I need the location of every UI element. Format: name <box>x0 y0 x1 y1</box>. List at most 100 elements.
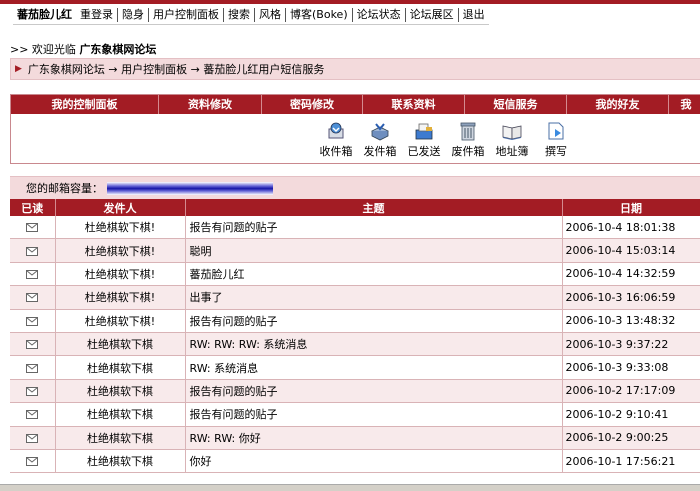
quota-bar <box>107 181 273 195</box>
sender-cell[interactable]: 杜绝棋软下棋! <box>55 309 186 333</box>
read-envelope-icon[interactable] <box>26 433 39 443</box>
subject-cell[interactable]: 蕃茄脸儿红 <box>185 262 563 287</box>
welcome-prefix: >> 欢迎光临 <box>10 43 76 56</box>
table-row[interactable]: 杜绝棋软下棋! 聪明 2006-10-4 15:03:14 <box>10 238 700 263</box>
message-list: 杜绝棋软下棋! 报告有问题的贴子 2006-10-4 18:01:38 杜绝棋软下棋!… <box>10 216 700 474</box>
table-row[interactable]: 杜绝棋软下棋 你好 2006-10-1 17:56:21 <box>10 449 700 474</box>
read-envelope-icon[interactable] <box>26 316 39 326</box>
quota-label: 您的邮箱容量： <box>26 182 103 195</box>
subject-cell[interactable]: 你好 <box>185 449 563 474</box>
nav-username[interactable]: 蕃茄脸儿红 <box>13 7 76 23</box>
sender-cell[interactable]: 杜绝棋软下棋! <box>55 216 186 240</box>
inbox-icon <box>328 122 344 139</box>
table-row[interactable]: 杜绝棋软下棋! 出事了 2006-10-3 16:06:59 <box>10 285 700 310</box>
address-book-button[interactable]: 地址簿 <box>490 121 534 159</box>
subject-cell[interactable]: 报告有问题的贴子 <box>185 216 563 240</box>
date-cell: 2006-10-2 9:00:25 <box>562 426 700 450</box>
outbox-icon <box>371 123 389 141</box>
read-envelope-icon[interactable] <box>26 410 39 420</box>
compose-button[interactable]: 撰写 <box>534 121 578 159</box>
sender-cell[interactable]: 杜绝棋软下棋 <box>55 355 186 380</box>
date-cell: 2006-10-4 14:32:59 <box>562 262 700 287</box>
header-subject[interactable]: 主题 <box>185 199 563 216</box>
read-envelope-icon[interactable] <box>26 457 39 467</box>
read-envelope-icon[interactable] <box>26 269 39 279</box>
read-cell <box>10 402 56 427</box>
read-envelope-icon[interactable] <box>26 340 39 350</box>
nav-style[interactable]: 风格 <box>255 7 285 23</box>
menu-my-control-panel[interactable]: 我的控制面板 <box>11 95 159 114</box>
read-envelope-icon[interactable] <box>26 293 39 303</box>
table-row[interactable]: 杜绝棋软下棋 RW: 系统消息 2006-10-3 9:33:08 <box>10 355 700 380</box>
breadcrumb-text[interactable]: 广东象棋网论坛 → 用户控制面板 → 蕃茄脸儿红用户短信服务 <box>28 61 324 77</box>
subject-cell[interactable]: 出事了 <box>185 285 563 310</box>
table-row[interactable]: 杜绝棋软下棋! 报告有问题的贴子 2006-10-3 13:48:32 <box>10 309 700 333</box>
date-cell: 2006-10-4 18:01:38 <box>562 216 700 240</box>
read-envelope-icon[interactable] <box>26 223 39 233</box>
sender-cell[interactable]: 杜绝棋软下棋 <box>55 449 186 474</box>
sender-cell[interactable]: 杜绝棋软下棋! <box>55 238 186 263</box>
table-row[interactable]: 杜绝棋软下棋 RW: RW: 你好 2006-10-2 9:00:25 <box>10 426 700 450</box>
menu-change-password[interactable]: 密码修改 <box>262 95 363 114</box>
nav-search[interactable]: 搜索 <box>224 7 254 23</box>
nav-forum-gallery[interactable]: 论坛展区 <box>406 7 458 23</box>
menu-edit-profile[interactable]: 资料修改 <box>159 95 262 114</box>
trash-icon <box>460 122 476 141</box>
subject-cell[interactable]: 报告有问题的贴子 <box>185 309 563 333</box>
breadcrumb-arrow-icon: ▶ <box>15 64 22 74</box>
date-cell: 2006-10-3 16:06:59 <box>562 285 700 310</box>
read-cell <box>10 332 56 357</box>
nav-logout[interactable]: 退出 <box>459 7 489 23</box>
menu-more[interactable]: 我 <box>669 95 700 114</box>
table-row[interactable]: 杜绝棋软下棋! 蕃茄脸儿红 2006-10-4 14:32:59 <box>10 262 700 287</box>
sender-cell[interactable]: 杜绝棋软下棋! <box>55 262 186 287</box>
table-row[interactable]: 杜绝棋软下棋 报告有问题的贴子 2006-10-2 17:17:09 <box>10 379 700 404</box>
outbox-button[interactable]: 发件箱 <box>358 121 402 159</box>
table-row[interactable]: 杜绝棋软下棋 报告有问题的贴子 2006-10-2 9:10:41 <box>10 402 700 427</box>
top-nav: 蕃茄脸儿红 重登录 隐身 用户控制面板 搜索 风格 博客(Boke) 论坛状态 … <box>13 6 489 25</box>
date-cell: 2006-10-3 9:33:08 <box>562 355 700 380</box>
message-table: 已读 发件人 主题 日期 杜绝棋软下棋! 报告有问题的贴子 2006-10-4 18… <box>10 199 700 474</box>
subject-cell[interactable]: RW: RW: 你好 <box>185 426 563 450</box>
nav-forum-status[interactable]: 论坛状态 <box>353 7 405 23</box>
sender-cell[interactable]: 杜绝棋软下棋 <box>55 426 186 450</box>
table-row[interactable]: 杜绝棋软下棋! 报告有问题的贴子 2006-10-4 18:01:38 <box>10 216 700 240</box>
nav-control-panel[interactable]: 用户控制面板 <box>149 7 223 23</box>
read-envelope-icon[interactable] <box>26 363 39 373</box>
mailbox-quota: 您的邮箱容量： <box>10 176 700 200</box>
read-cell <box>10 285 56 310</box>
sender-cell[interactable]: 杜绝棋软下棋 <box>55 332 186 357</box>
read-cell <box>10 238 56 263</box>
subject-cell[interactable]: 聪明 <box>185 238 563 263</box>
welcome-forum-name[interactable]: 广东象棋网论坛 <box>79 43 156 56</box>
read-envelope-icon[interactable] <box>26 386 39 396</box>
sender-cell[interactable]: 杜绝棋软下棋 <box>55 402 186 427</box>
menu-my-friends[interactable]: 我的好友 <box>567 95 669 114</box>
subject-cell[interactable]: RW: RW: RW: 系统消息 <box>185 332 563 357</box>
header-read[interactable]: 已读 <box>10 199 56 216</box>
menu-sms-service[interactable]: 短信服务 <box>465 95 567 114</box>
date-cell: 2006-10-2 17:17:09 <box>562 379 700 404</box>
sender-cell[interactable]: 杜绝棋软下棋! <box>55 285 186 310</box>
top-accent-bar <box>0 0 700 4</box>
date-cell: 2006-10-3 13:48:32 <box>562 309 700 333</box>
date-cell: 2006-10-2 9:10:41 <box>562 402 700 427</box>
table-row[interactable]: 杜绝棋软下棋 RW: RW: RW: 系统消息 2006-10-3 9:37:22 <box>10 332 700 357</box>
date-cell: 2006-10-3 9:37:22 <box>562 332 700 357</box>
header-date[interactable]: 日期 <box>562 199 700 216</box>
read-envelope-icon[interactable] <box>26 246 39 256</box>
header-sender[interactable]: 发件人 <box>55 199 186 216</box>
subject-cell[interactable]: 报告有问题的贴子 <box>185 402 563 427</box>
sent-button[interactable]: 已发送 <box>402 121 446 159</box>
menu-contact-info[interactable]: 联系资料 <box>363 95 465 114</box>
nav-relogin[interactable]: 重登录 <box>76 7 117 23</box>
nav-blog[interactable]: 博客(Boke) <box>286 7 352 23</box>
subject-cell[interactable]: RW: 系统消息 <box>185 355 563 380</box>
trash-button[interactable]: 废件箱 <box>446 121 490 159</box>
nav-invisible[interactable]: 隐身 <box>118 7 148 23</box>
sender-cell[interactable]: 杜绝棋软下棋 <box>55 379 186 404</box>
inbox-button[interactable]: 收件箱 <box>314 121 358 159</box>
compose-label: 撰写 <box>545 145 567 158</box>
date-cell: 2006-10-4 15:03:14 <box>562 238 700 263</box>
subject-cell[interactable]: 报告有问题的贴子 <box>185 379 563 404</box>
